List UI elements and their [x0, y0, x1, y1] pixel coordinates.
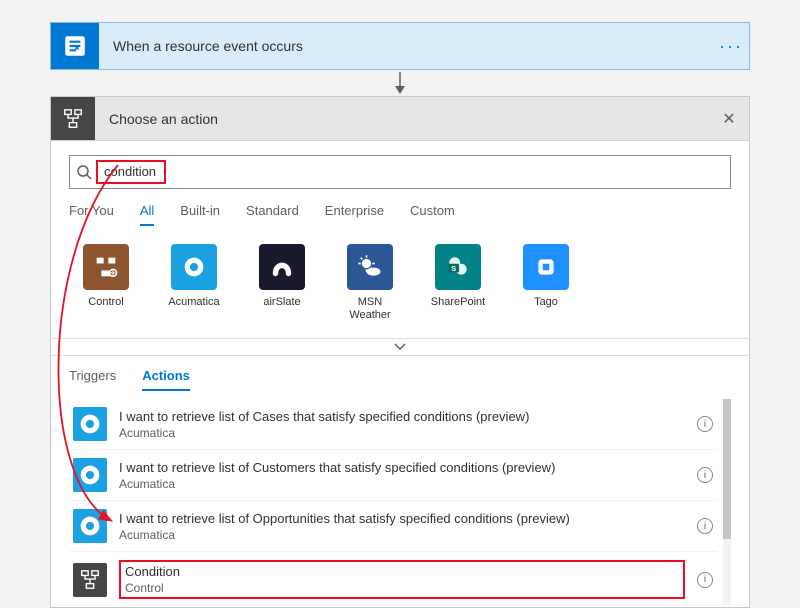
category-tab-for-you[interactable]: For You [69, 203, 114, 226]
choose-action-panel: Choose an action ✕ For You All Built-in Sta… [50, 96, 750, 608]
info-icon[interactable]: i [697, 416, 713, 432]
info-icon[interactable]: i [697, 467, 713, 483]
category-tabs: For You All Built-in Standard Enterprise Cust… [69, 189, 731, 234]
search-term-highlight [96, 160, 166, 184]
connector-sharepoint[interactable]: SSharePoint [425, 244, 491, 322]
action-text: I want to retrieve list of Opportunities… [119, 511, 685, 542]
sub-tab-triggers[interactable]: Triggers [69, 368, 116, 391]
connector-airslate[interactable]: airSlate [249, 244, 315, 322]
scrollbar[interactable] [723, 399, 731, 605]
svg-text:S: S [451, 264, 456, 273]
connector-tago[interactable]: Tago [513, 244, 579, 322]
action-title: Condition [125, 564, 677, 581]
panel-header: Choose an action ✕ [51, 97, 749, 141]
action-subtitle: Acumatica [119, 528, 685, 542]
sub-tabs: Triggers Actions [69, 356, 731, 399]
action-item[interactable]: ConditionControli [69, 551, 717, 607]
info-icon[interactable]: i [697, 518, 713, 534]
close-button[interactable]: ✕ [709, 109, 749, 129]
search-input[interactable] [100, 164, 162, 179]
trigger-card[interactable]: When a resource event occurs ··· [50, 22, 750, 70]
control-icon [51, 97, 95, 140]
expand-connectors-button[interactable] [51, 338, 749, 356]
trigger-title: When a resource event occurs [99, 38, 713, 54]
action-icon [73, 458, 107, 492]
action-title: I want to retrieve list of Opportunities… [119, 511, 685, 528]
event-grid-icon [51, 23, 99, 69]
category-tab-custom[interactable]: Custom [410, 203, 455, 226]
action-list: I want to retrieve list of Cases that sa… [69, 399, 731, 607]
action-icon [73, 509, 107, 543]
search-icon [70, 164, 98, 180]
trigger-menu-button[interactable]: ··· [713, 36, 749, 57]
action-subtitle: Acumatica [119, 426, 685, 440]
action-icon [73, 407, 107, 441]
category-tab-standard[interactable]: Standard [246, 203, 299, 226]
action-subtitle: Control [125, 581, 677, 595]
action-title: I want to retrieve list of Cases that sa… [119, 409, 685, 426]
action-item[interactable]: I want to retrieve list of Customers tha… [69, 449, 717, 500]
action-subtitle: Acumatica [119, 477, 685, 491]
flow-arrow-icon [50, 70, 750, 96]
sub-tab-actions[interactable]: Actions [142, 368, 190, 391]
connector-msn-weather[interactable]: MSNWeather [337, 244, 403, 322]
connector-acumatica[interactable]: Acumatica [161, 244, 227, 322]
connector-row: Control Acumatica airSlate MSNWeather SShare… [69, 234, 731, 334]
action-text: I want to retrieve list of Cases that sa… [119, 409, 685, 440]
category-tab-built-in[interactable]: Built-in [180, 203, 220, 226]
connector-control[interactable]: Control [73, 244, 139, 322]
action-item[interactable]: I want to retrieve list of Opportunities… [69, 500, 717, 551]
action-title: I want to retrieve list of Customers tha… [119, 460, 685, 477]
category-tab-enterprise[interactable]: Enterprise [325, 203, 384, 226]
category-tab-all[interactable]: All [140, 203, 154, 226]
panel-title: Choose an action [95, 111, 709, 127]
search-box[interactable] [69, 155, 731, 189]
action-item[interactable]: I want to retrieve list of Cases that sa… [69, 399, 717, 449]
action-text: I want to retrieve list of Customers tha… [119, 460, 685, 491]
